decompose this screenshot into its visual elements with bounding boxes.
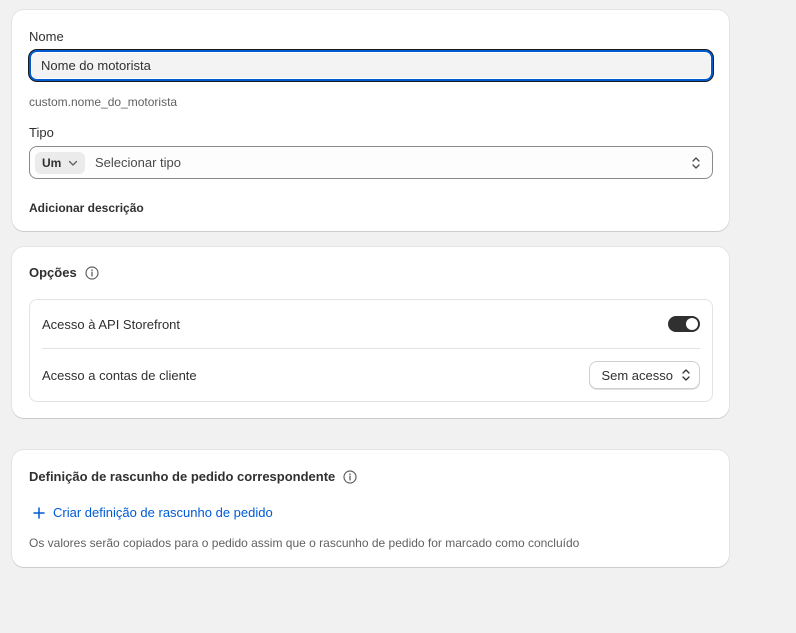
options-list: Acesso à API Storefront Acesso a contas … <box>29 299 713 402</box>
type-label: Tipo <box>29 125 54 140</box>
name-input[interactable] <box>29 50 713 81</box>
add-description-link[interactable]: Adicionar descrição <box>29 201 144 215</box>
options-card: Opções Acesso à API Storefront Acesso a … <box>12 247 729 418</box>
namespace-key-text: custom.nome_do_motorista <box>29 95 178 109</box>
options-header: Opções <box>29 265 99 280</box>
type-select[interactable]: Um Selecionar tipo <box>29 146 713 179</box>
select-arrows-icon <box>692 157 700 169</box>
create-draft-definition-label: Criar definição de rascunho de pedido <box>53 505 273 520</box>
customer-access-select[interactable]: Sem acesso <box>589 361 700 389</box>
options-title: Opções <box>29 265 77 280</box>
draft-order-header: Definição de rascunho de pedido correspo… <box>29 469 357 484</box>
info-icon[interactable] <box>343 469 357 484</box>
type-placeholder: Selecionar tipo <box>95 155 181 170</box>
info-icon[interactable] <box>85 265 99 280</box>
draft-order-note: Os valores serão copiados para o pedido … <box>29 536 580 550</box>
select-arrows-icon <box>682 369 690 381</box>
customer-access-value: Sem acesso <box>601 367 673 383</box>
name-card: Nome custom.nome_do_motorista Tipo Um Se… <box>12 10 729 231</box>
type-chip-label: Um <box>42 156 62 170</box>
type-list-chip[interactable]: Um <box>35 152 86 174</box>
name-label: Nome <box>29 29 64 44</box>
draft-order-title: Definição de rascunho de pedido correspo… <box>29 469 336 484</box>
plus-icon <box>33 506 45 519</box>
storefront-access-toggle[interactable] <box>668 316 700 332</box>
create-draft-definition-link[interactable]: Criar definição de rascunho de pedido <box>33 505 273 520</box>
options-divider <box>42 348 700 349</box>
customer-access-label: Acesso a contas de cliente <box>42 368 197 383</box>
draft-order-card: Definição de rascunho de pedido correspo… <box>12 450 729 567</box>
storefront-access-label: Acesso à API Storefront <box>42 317 181 332</box>
toggle-knob <box>686 318 698 330</box>
chevron-down-icon <box>69 160 78 166</box>
